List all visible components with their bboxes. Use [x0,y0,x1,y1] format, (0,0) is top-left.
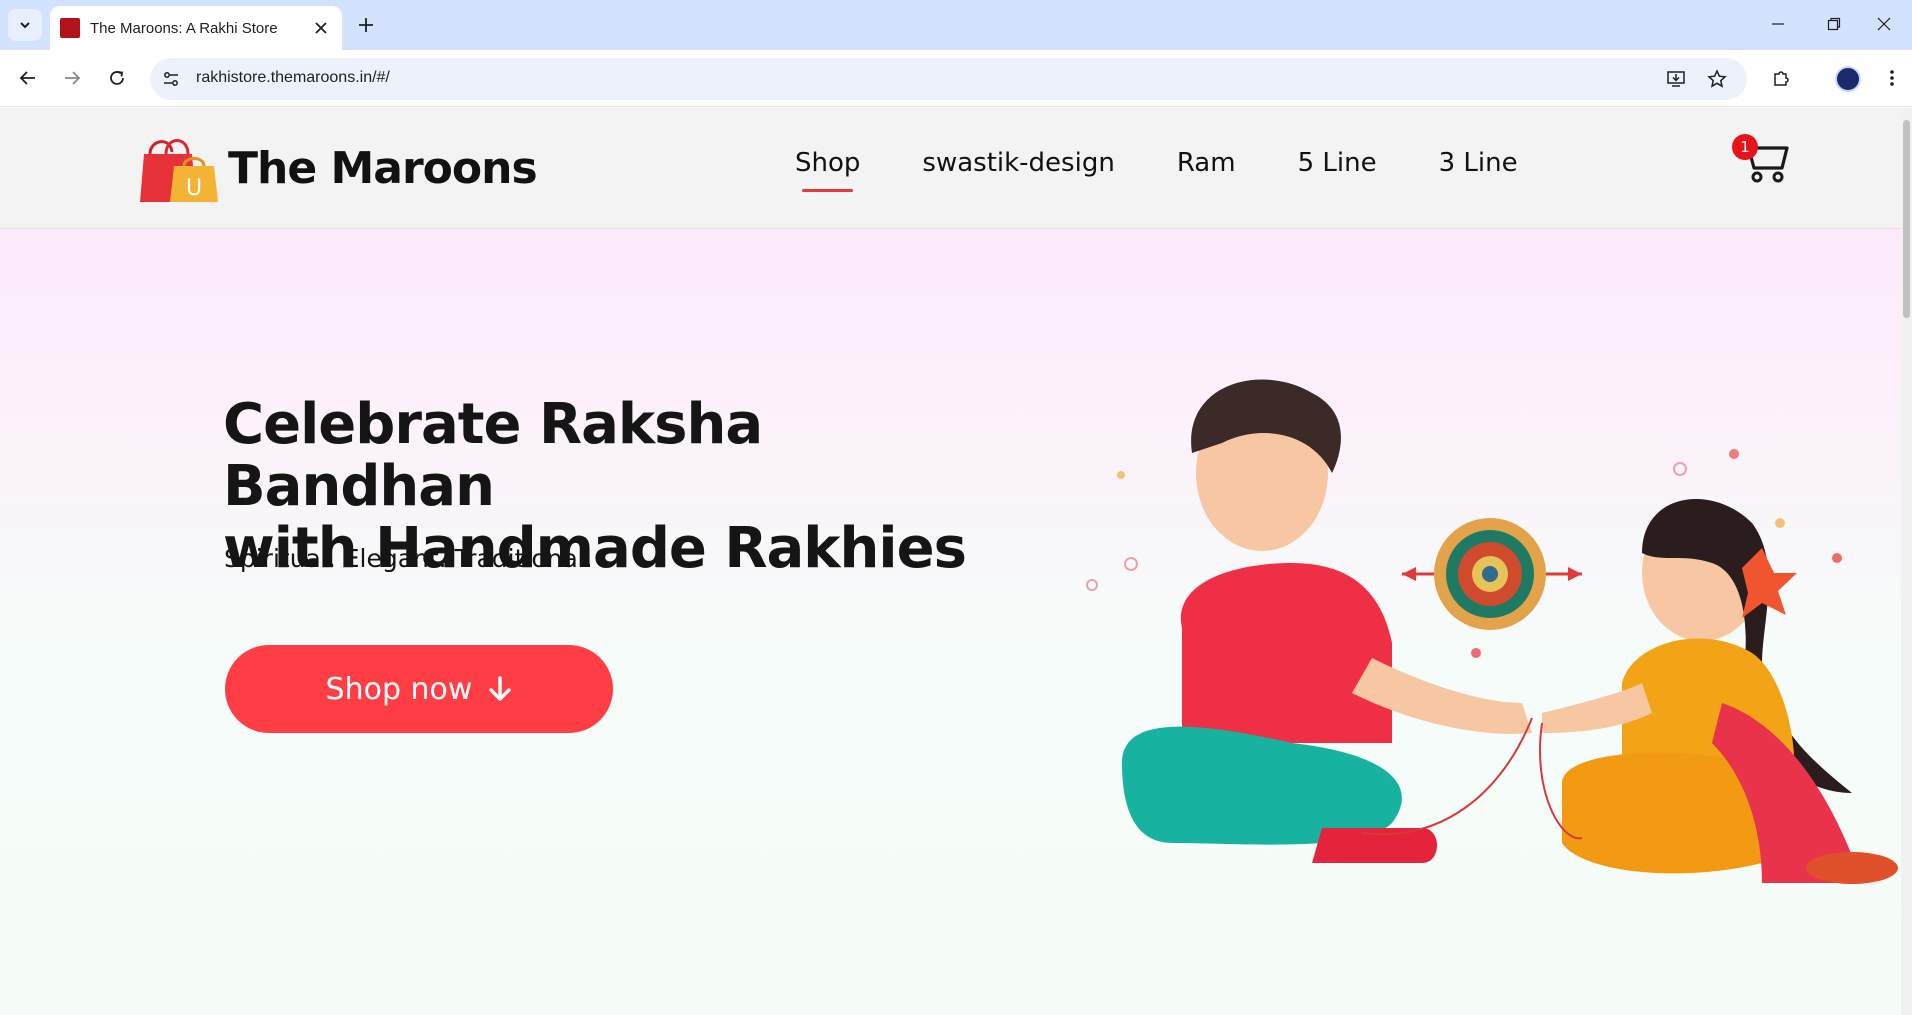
extensions-button[interactable] [1765,62,1797,94]
menu-button[interactable] [1876,62,1908,94]
close-icon [1877,17,1891,31]
site-info-button[interactable] [160,68,182,90]
nav-shop[interactable]: Shop [795,148,860,192]
shop-now-button[interactable]: Shop now [225,645,613,733]
svg-text:U: U [186,176,202,201]
puzzle-icon [1774,71,1789,86]
page-viewport: U The Maroons Shop swastik-design Ram 5 … [0,108,1901,1015]
minimize-icon [1772,23,1784,25]
reload-icon [110,71,124,85]
browser-tabstrip: The Maroons: A Rakhi Store [0,0,1912,50]
main-nav: Shop swastik-design Ram 5 Line 3 Line [795,148,1580,192]
nav-swastik-design[interactable]: swastik-design [922,148,1114,178]
restore-icon [1827,17,1841,31]
back-button[interactable] [12,62,44,94]
shop-now-label: Shop now [325,671,473,707]
nav-ram[interactable]: Ram [1177,148,1236,178]
scrollbar-thumb[interactable] [1903,120,1910,318]
profile-avatar[interactable] [1835,66,1861,92]
arrow-down-icon [489,676,512,701]
install-icon [1667,71,1685,87]
reload-button[interactable] [101,62,133,94]
minimize-button[interactable] [1750,0,1806,48]
browser-tab-active[interactable]: The Maroons: A Rakhi Store [50,6,342,50]
hero-title-line-1: Celebrate Raksha Bandhan [223,392,763,519]
nav-5-line[interactable]: 5 Line [1298,148,1377,178]
chevron-down-icon [20,22,30,29]
more-vert-icon [1890,70,1894,86]
hero-subtitle: Spiritual. Elegant. Traditional. [224,544,593,573]
restore-button[interactable] [1806,0,1862,48]
site-logo[interactable]: U The Maroons [140,132,538,204]
close-window-button[interactable] [1856,0,1912,48]
girl-figure [1542,499,1898,884]
tab-close-button[interactable] [310,17,332,39]
tab-favicon [60,18,80,38]
arrow-left-icon [19,71,35,85]
plus-icon [359,18,373,32]
address-bar[interactable]: rakhistore.themaroons.in/#/ [150,58,1747,100]
install-app-button[interactable] [1664,67,1688,91]
tab-title: The Maroons: A Rakhi Store [90,19,278,37]
forward-button[interactable] [56,62,88,94]
page-scrollbar[interactable] [1901,108,1912,1015]
tab-search-button[interactable] [8,9,42,41]
bookmark-button[interactable] [1705,67,1729,91]
cart-count-badge: 1 [1732,134,1758,160]
url-text: rakhistore.themaroons.in/#/ [196,69,390,86]
close-icon [315,22,327,34]
site-header: U The Maroons Shop swastik-design Ram 5 … [0,108,1901,229]
arrow-right-icon [65,71,81,85]
shopping-bag-logo-icon: U [140,139,218,202]
hero-illustration-rakhi [1086,379,1898,884]
logo-text: The Maroons [228,142,538,194]
nav-3-line[interactable]: 3 Line [1439,148,1518,178]
tune-icon [164,72,178,86]
browser-toolbar: rakhistore.themaroons.in/#/ [0,50,1912,107]
rakhi-flower [1402,518,1582,630]
star-icon [1707,69,1727,88]
new-tab-button[interactable] [352,11,380,39]
